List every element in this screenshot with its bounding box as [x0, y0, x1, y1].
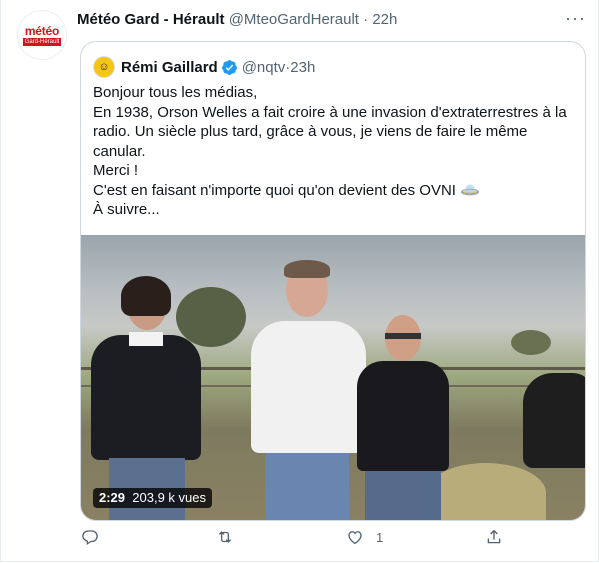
tweet-actions: 1 — [77, 528, 507, 556]
retweet-icon — [218, 531, 232, 543]
quoted-tweet[interactable]: ☺ Rémi Gaillard @nqtv · 23h Bonjour tous… — [80, 41, 586, 521]
like-button[interactable]: 1 — [346, 528, 383, 546]
quoted-header: ☺ Rémi Gaillard @nqtv · 23h — [93, 56, 316, 78]
quoted-author-handle: @nqtv — [241, 58, 286, 76]
person-left — [91, 276, 201, 520]
reply-icon — [82, 530, 98, 546]
retweet-button[interactable] — [216, 528, 246, 546]
text-line: canular. — [93, 142, 146, 160]
quoted-time: 23h — [290, 58, 316, 76]
author-handle[interactable]: @MteoGardHerault — [229, 11, 359, 28]
avatar-logo-text: météo — [24, 23, 60, 38]
text-line: À suivre... — [93, 201, 160, 218]
tweet-card[interactable]: météo Gard-Hérault Météo Gard - Hérault … — [0, 0, 599, 562]
heart-icon — [348, 531, 362, 545]
author-name[interactable]: Météo Gard - Hérault — [77, 11, 225, 28]
background-tree — [511, 330, 551, 355]
video-info-badge: 2:29 203,9 k vues — [93, 488, 212, 508]
person-center — [251, 260, 366, 520]
share-icon — [487, 529, 501, 544]
share-button[interactable] — [485, 528, 515, 546]
quoted-author-name: Rémi Gaillard — [121, 58, 218, 76]
avatar-logo-subtext: Gard-Hérault — [22, 37, 62, 46]
video-views: 203,9 k vues — [132, 490, 206, 505]
video-duration: 2:29 — [99, 490, 126, 505]
tweet-time[interactable]: 22h — [372, 11, 397, 28]
quoted-tweet-text: Bonjour tous les médias, En 1938, Orson … — [93, 83, 577, 220]
text-line: Merci ! — [93, 162, 138, 179]
quoted-avatar[interactable]: ☺ — [93, 56, 115, 78]
video-player[interactable]: 2:29 203,9 k vues — [81, 235, 585, 520]
text-line: C'est en faisant n'importe quoi qu'on de… — [93, 181, 456, 199]
tweet-header: Météo Gard - Hérault @MteoGardHerault · … — [77, 10, 397, 30]
text-line: En 1938, Orson Welles a fait croire à un… — [93, 103, 567, 121]
author-avatar[interactable]: météo Gard-Hérault — [17, 10, 67, 60]
cow — [523, 373, 585, 468]
flying-saucer-emoji-icon — [460, 184, 479, 195]
text-line-with-emoji: C'est en faisant n'importe quoi qu'on de… — [93, 181, 577, 201]
text-line: Bonjour tous les médias, — [93, 84, 258, 101]
like-count: 1 — [376, 529, 384, 545]
verified-badge-icon — [221, 59, 237, 75]
text-line: radio. Un siècle plus tard, grâce à vous… — [93, 123, 528, 140]
reply-button[interactable] — [81, 528, 111, 546]
person-right — [357, 315, 449, 520]
more-options-icon[interactable]: ··· — [565, 8, 586, 29]
meta-separator: · — [358, 11, 373, 28]
